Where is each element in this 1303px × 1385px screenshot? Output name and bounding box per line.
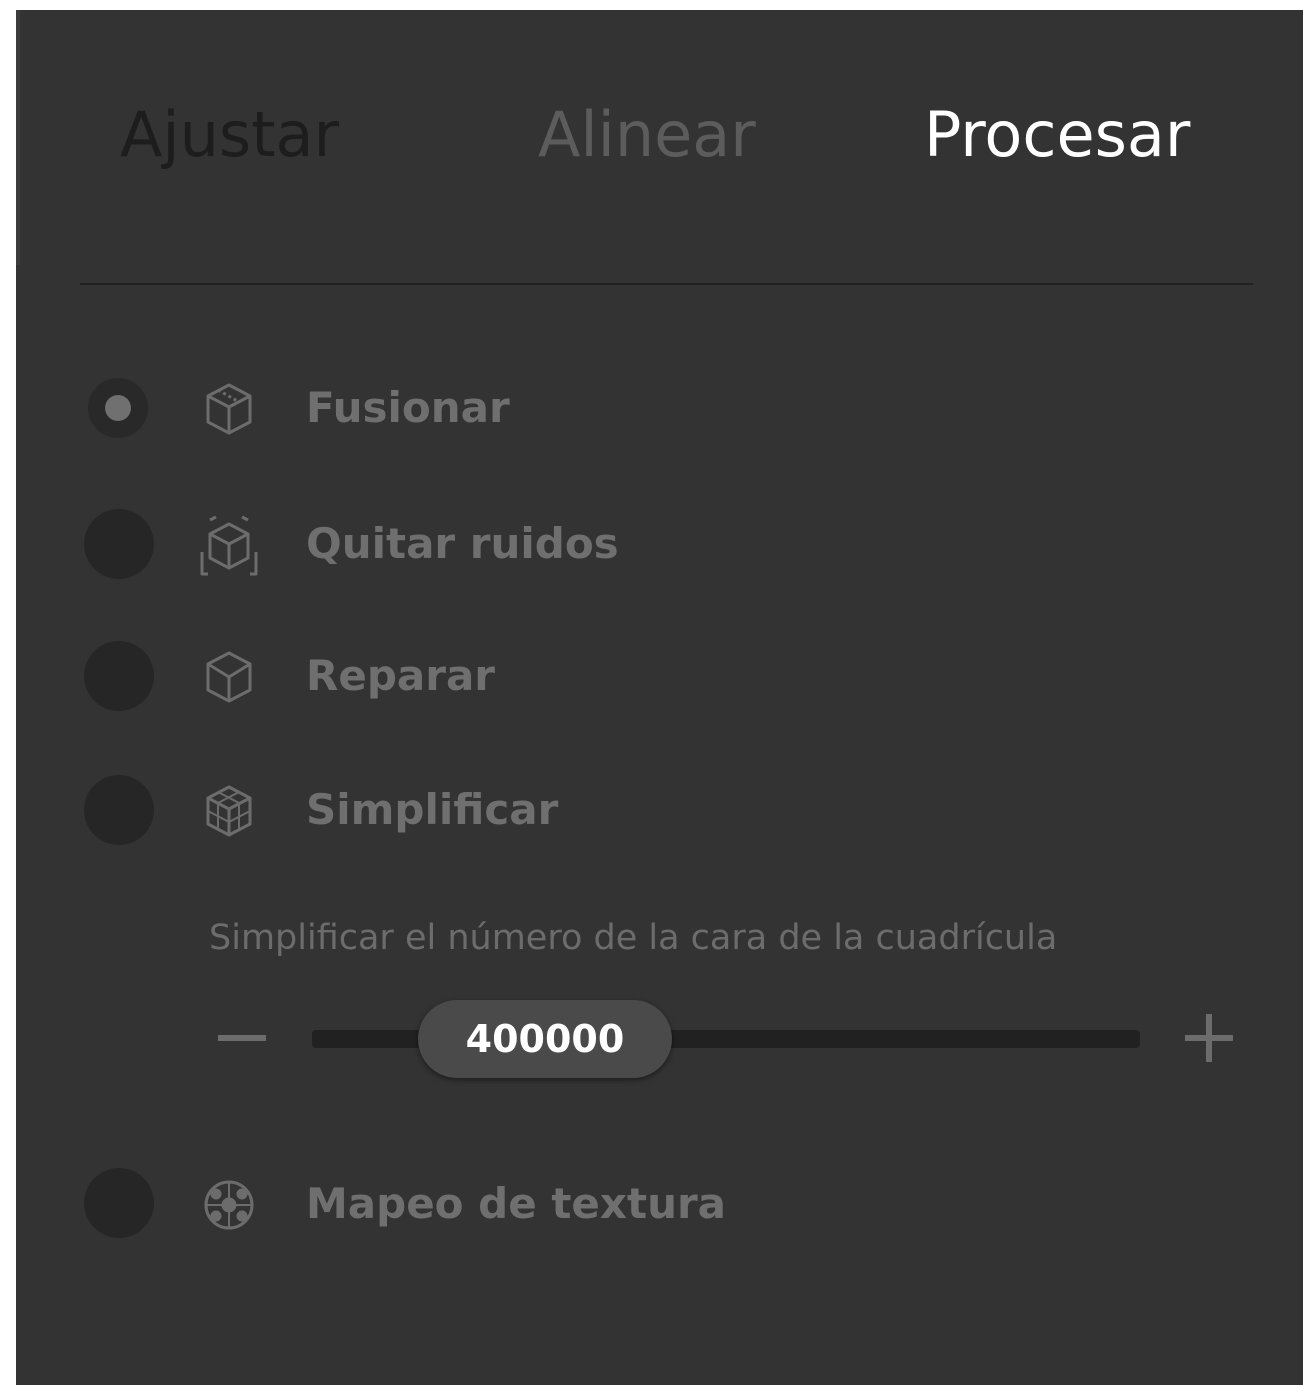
cube-grid-icon [198, 780, 260, 842]
radio-repair[interactable] [84, 641, 154, 711]
panel-edge [16, 10, 20, 265]
option-merge-label[interactable]: Fusionar [306, 380, 510, 436]
option-repair-label[interactable]: Reparar [306, 648, 495, 704]
texture-sphere-icon [198, 1174, 260, 1236]
tab-adjust[interactable]: Ajustar [120, 92, 339, 178]
increase-button[interactable] [1177, 1006, 1241, 1070]
radio-simplify[interactable] [84, 775, 154, 845]
tab-divider [80, 283, 1253, 285]
tab-align[interactable]: Alinear [538, 92, 756, 178]
option-simplify-label[interactable]: Simplificar [306, 782, 558, 838]
radio-denoise[interactable] [84, 509, 154, 579]
radio-merge[interactable] [88, 378, 148, 438]
tab-process[interactable]: Procesar [924, 92, 1190, 178]
cube-repair-icon [198, 646, 260, 708]
simplify-description: Simplificar el número de la cara de la c… [209, 918, 1058, 958]
option-texture-mapping-label[interactable]: Mapeo de textura [306, 1176, 726, 1232]
option-denoise-label[interactable]: Quitar ruidos [306, 516, 619, 572]
slider-thumb[interactable]: 400000 [418, 1000, 672, 1078]
decrease-button[interactable] [210, 1006, 274, 1070]
cube-denoise-icon [198, 514, 260, 576]
slider-value: 400000 [465, 1017, 625, 1061]
cube-icon [198, 378, 260, 440]
radio-texture-mapping[interactable] [84, 1168, 154, 1238]
